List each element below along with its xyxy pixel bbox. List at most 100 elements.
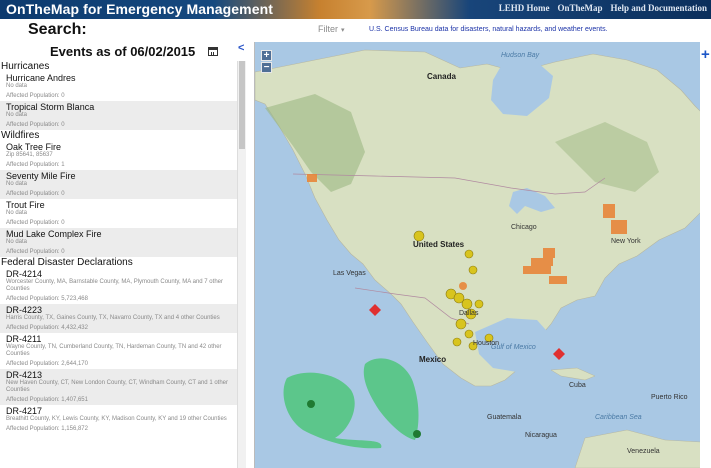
list-item[interactable]: Mud Lake Complex Fire No data Affected P… — [0, 228, 237, 257]
map-label-puerto-rico: Puerto Rico — [651, 394, 688, 401]
fire-area — [307, 174, 317, 182]
list-item[interactable]: Hurricane Andres No data Affected Popula… — [0, 72, 237, 101]
list-item[interactable]: DR-4213 New Haven County, CT, New London… — [0, 369, 237, 405]
search-label[interactable]: Search: — [28, 21, 87, 39]
declaration-marker — [452, 337, 462, 347]
zoom-in-button[interactable]: + — [261, 50, 272, 61]
event-name: DR-4223 — [6, 305, 43, 315]
map-label-houston: Houston — [473, 340, 500, 347]
map-view[interactable]: + − Canada Hudson Bay United States Mexi… — [254, 42, 700, 468]
event-location: No data — [6, 210, 28, 216]
event-name: Hurricane Andres — [6, 73, 76, 83]
map-label-caribbean-sea: Caribbean Sea — [595, 414, 642, 421]
event-population: Affected Population: 4,432,432 — [6, 325, 88, 331]
scrollbar-thumb[interactable] — [239, 61, 245, 149]
filter-button[interactable]: Filter ▾ — [318, 24, 345, 34]
tropical-storm-blanca-center — [413, 430, 421, 438]
event-location: No data — [6, 83, 28, 89]
map-label-hudson-bay: Hudson Bay — [501, 52, 540, 59]
event-population: Affected Population: 1,407,651 — [6, 397, 88, 403]
event-location: No data — [6, 181, 28, 187]
map-label-cuba: Cuba — [569, 382, 586, 389]
fire-area — [523, 266, 551, 274]
fire-marker — [459, 282, 467, 290]
map-label-guatemala: Guatemala — [487, 414, 522, 421]
event-population: Affected Population: 2,644,170 — [6, 361, 88, 367]
cuba-land — [550, 367, 596, 381]
category-wildfires: Wildfires — [1, 130, 40, 141]
declaration-marker — [464, 329, 474, 339]
map-label-united-states: United States — [413, 240, 465, 249]
map-label-new-york: New York — [611, 238, 641, 245]
category-hurricanes: Hurricanes — [1, 61, 50, 72]
event-population: Affected Population: 0 — [6, 249, 65, 255]
map-label-las-vegas: Las Vegas — [333, 270, 366, 277]
list-item[interactable]: Tropical Storm Blanca No data Affected P… — [0, 101, 237, 130]
top-nav: LEHD Home OnTheMap Help and Documentatio… — [499, 3, 707, 13]
zoom-out-button[interactable]: − — [261, 62, 272, 73]
events-list: Hurricanes Hurricane Andres No data Affe… — [0, 61, 237, 468]
fire-area — [549, 276, 567, 284]
category-federal-disaster-declarations: Federal Disaster Declarations — [1, 257, 133, 268]
declaration-marker — [461, 298, 473, 310]
map-label-venezuela: Venezuela — [627, 448, 660, 455]
map-label-chicago: Chicago — [511, 224, 537, 231]
nav-onthemap[interactable]: OnTheMap — [557, 3, 602, 13]
list-item[interactable]: Seventy Mile Fire No data Affected Popul… — [0, 170, 237, 199]
event-location: Breathitt County, KY, Lewis County, KY, … — [6, 416, 227, 422]
event-location: Zip 85641, 85637 — [6, 152, 53, 158]
map-label-mexico: Mexico — [419, 355, 447, 364]
event-location: Harris County, TX, Gaines County, TX, Na… — [6, 315, 220, 321]
event-location: Wayne County, TN, Cumberland County, TN,… — [6, 344, 222, 357]
hurricane-andres-center — [307, 400, 315, 408]
fire-area — [603, 204, 615, 218]
events-sidebar: Events as of 06/02/2015 < Hurricanes Hur… — [0, 41, 248, 468]
event-population: Affected Population: 0 — [6, 191, 65, 197]
event-point-marker — [553, 348, 565, 360]
list-item[interactable]: Oak Tree Fire Zip 85641, 85637 Affected … — [0, 141, 237, 170]
event-name: DR-4217 — [6, 406, 43, 416]
map-label-nicaragua: Nicaragua — [525, 432, 557, 439]
event-location: No data — [6, 112, 28, 118]
calendar-icon[interactable] — [208, 47, 218, 56]
chevron-down-icon: ▾ — [341, 27, 345, 34]
list-item[interactable]: DR-4217 Breathitt County, KY, Lewis Coun… — [0, 405, 237, 434]
event-name: DR-4214 — [6, 269, 43, 279]
events-title: Events as of 06/02/2015 — [50, 44, 196, 59]
data-description-link[interactable]: U.S. Census Bureau data for disasters, n… — [369, 26, 608, 33]
basemap-svg — [255, 49, 700, 468]
search-bar: Search: Filter ▾ U.S. Census Bureau data … — [0, 19, 711, 41]
gulf-of-california-water — [357, 288, 385, 326]
map-label-dallas: Dallas — [459, 310, 479, 317]
event-name: Trout Fire — [6, 200, 45, 210]
list-item[interactable]: Trout Fire No data Affected Population: … — [0, 199, 237, 228]
top-banner: OnTheMap for Emergency Management LEHD H… — [0, 0, 711, 19]
declaration-marker — [455, 318, 467, 330]
event-population: Affected Population: 0 — [6, 122, 65, 128]
event-location: Worcester County, MA, Barnstable County,… — [6, 279, 223, 292]
list-item[interactable]: DR-4214 Worcester County, MA, Barnstable… — [0, 268, 237, 304]
event-population: Affected Population: 0 — [6, 93, 65, 99]
nav-lehd-home[interactable]: LEHD Home — [499, 3, 550, 13]
declaration-marker — [468, 265, 478, 275]
tropical-storm-blanca-cone — [363, 358, 419, 440]
fire-area — [531, 258, 553, 266]
event-name: DR-4211 — [6, 334, 42, 344]
list-item[interactable]: DR-4223 Harris County, TX, Gaines County… — [0, 304, 237, 333]
map-label-canada: Canada — [427, 72, 456, 81]
event-population: Affected Population: 0 — [6, 220, 65, 226]
event-name: Tropical Storm Blanca — [6, 102, 95, 112]
collapse-sidebar-icon[interactable]: < — [238, 42, 244, 54]
event-location: No data — [6, 239, 28, 245]
fire-area — [611, 220, 627, 234]
list-item[interactable]: DR-4211 Wayne County, TN, Cumberland Cou… — [0, 333, 237, 369]
event-location: New Haven County, CT, New London County,… — [6, 380, 228, 393]
event-name: Mud Lake Complex Fire — [6, 229, 102, 239]
nav-help-documentation[interactable]: Help and Documentation — [610, 3, 707, 13]
event-name: Seventy Mile Fire — [6, 171, 76, 181]
fire-area — [543, 248, 555, 258]
expand-map-icon[interactable]: + — [701, 46, 710, 63]
declaration-marker — [474, 299, 484, 309]
sidebar-scrollbar[interactable] — [237, 61, 246, 468]
declaration-marker — [464, 249, 474, 259]
